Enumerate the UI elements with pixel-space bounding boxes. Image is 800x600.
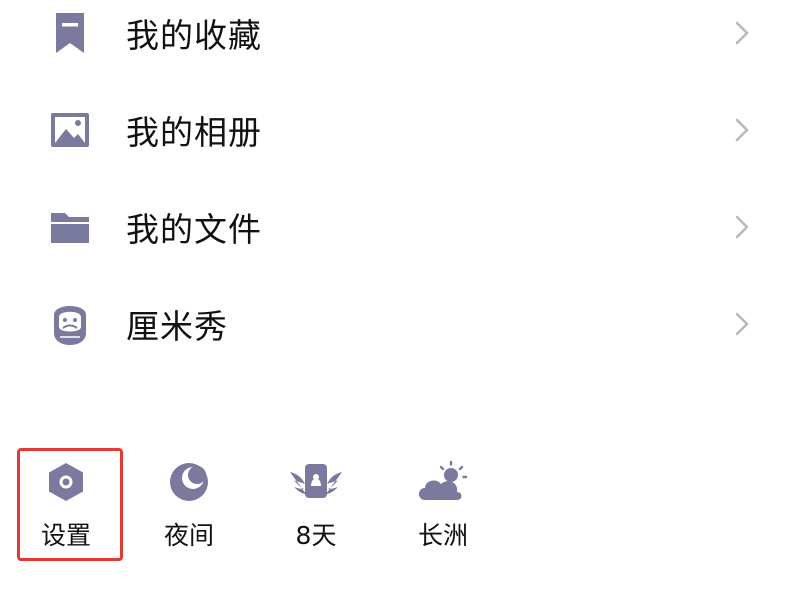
- bookmark-icon: [40, 3, 100, 63]
- weather-location-button[interactable]: 长洲: [388, 440, 498, 565]
- settings-label: 设置: [40, 521, 91, 550]
- menu-item-cmshow[interactable]: 厘米秀: [0, 279, 800, 369]
- cloudy-sun-icon: [415, 454, 471, 510]
- weather-location-label: 长洲: [417, 521, 468, 550]
- menu-item-label: 我的收藏: [126, 16, 262, 55]
- settings-hexagon-icon: [38, 454, 94, 510]
- menu-item-label: 我的相册: [126, 113, 262, 152]
- drawer-menu-screen: 我的收藏 我的相册 我的文件 厘米秀 设置 夜间 8天 长洲: [0, 0, 800, 600]
- menu-item-albums[interactable]: 我的相册: [0, 85, 800, 175]
- night-mode-button[interactable]: 夜间: [134, 440, 244, 565]
- menu-item-label: 厘米秀: [126, 307, 228, 346]
- days-label: 8天: [295, 521, 337, 550]
- night-mode-label: 夜间: [163, 521, 214, 550]
- menu-item-files[interactable]: 我的文件: [0, 182, 800, 272]
- image-icon: [40, 100, 100, 160]
- days-badge-button[interactable]: 8天: [261, 440, 371, 565]
- menu-item-label: 我的文件: [126, 210, 262, 249]
- settings-button[interactable]: 设置: [11, 440, 121, 565]
- chevron-right-icon: [730, 16, 754, 50]
- menu-item-favorites[interactable]: 我的收藏: [0, 0, 800, 78]
- bottom-shortcut-bar: 设置 夜间 8天 长洲: [0, 440, 800, 580]
- winged-badge-icon: [288, 454, 344, 510]
- folder-icon: [40, 197, 100, 257]
- moon-icon: [161, 454, 217, 510]
- chevron-right-icon: [730, 307, 754, 341]
- chevron-right-icon: [730, 210, 754, 244]
- chevron-right-icon: [730, 113, 754, 147]
- mascot-icon: [40, 294, 100, 354]
